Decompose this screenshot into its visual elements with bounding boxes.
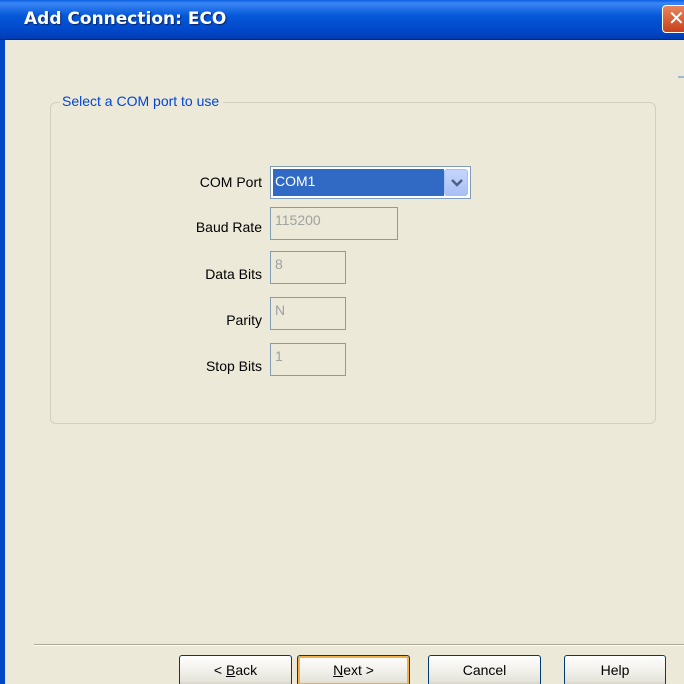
com-port-dropdown[interactable]: COM1 (270, 166, 471, 199)
com-port-groupbox (50, 102, 656, 424)
window-edge-mark (678, 76, 684, 78)
groupbox-legend: Select a COM port to use (60, 93, 224, 109)
back-button-prefix: < (213, 662, 226, 678)
close-icon: ✕ (668, 6, 684, 30)
baud-rate-label: Baud Rate (195, 219, 262, 235)
button-separator (34, 644, 684, 646)
com-port-label: COM Port (199, 174, 262, 190)
next-button[interactable]: Next > (297, 655, 410, 684)
dropdown-button[interactable] (444, 169, 468, 196)
parity-label: Parity (226, 312, 262, 328)
parity-field: N (270, 297, 346, 330)
data-bits-field: 8 (270, 251, 346, 284)
baud-rate-field: 115200 (270, 207, 398, 240)
help-button[interactable]: Help (564, 655, 666, 684)
com-port-selected-value: COM1 (273, 169, 444, 196)
stop-bits-field: 1 (270, 343, 346, 376)
data-bits-label: Data Bits (205, 266, 262, 282)
title-bar[interactable]: Add Connection: ECO ✕ (0, 0, 684, 40)
window-title: Add Connection: ECO (24, 9, 227, 29)
back-button-rest: ack (235, 662, 258, 678)
back-button-accel: B (225, 662, 236, 678)
window-left-border (0, 40, 5, 684)
stop-bits-label: Stop Bits (205, 358, 262, 374)
cancel-button[interactable]: Cancel (428, 655, 541, 684)
back-button[interactable]: < Back (179, 655, 292, 684)
chevron-down-icon (451, 179, 463, 187)
close-button[interactable]: ✕ (662, 5, 684, 33)
next-button-rest: ext > (343, 662, 374, 678)
next-button-accel: N (333, 662, 344, 678)
